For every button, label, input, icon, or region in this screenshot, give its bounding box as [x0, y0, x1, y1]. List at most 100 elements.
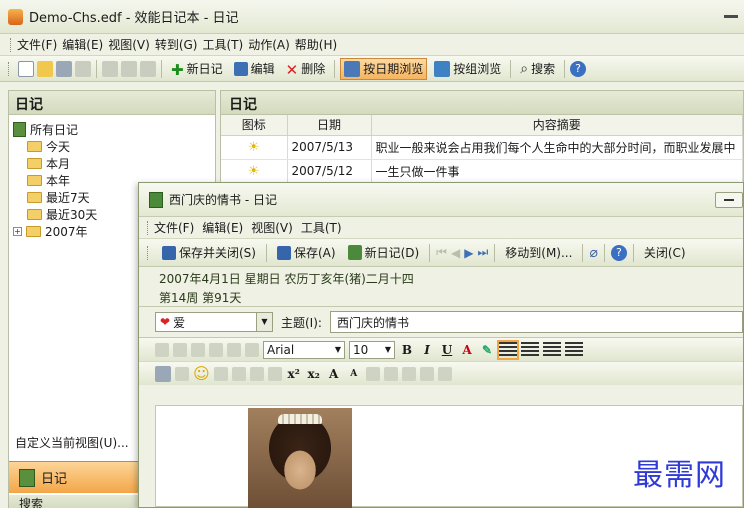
save-icon: [162, 245, 176, 260]
tree-root[interactable]: 所有日记: [13, 121, 211, 138]
expand-icon[interactable]: +: [13, 227, 22, 236]
tree-item-label: 最近30天: [46, 208, 98, 222]
editor-titlebar: 西门庆的情书 - 日记: [139, 183, 743, 217]
tree-root-label: 所有日记: [30, 123, 79, 137]
editor-menu-file[interactable]: 文件(F): [154, 219, 202, 236]
table-row[interactable]: ☀ 2007/5/13 职业一般来说会占用我们每个人生命中的大部分时间，而职业发…: [221, 135, 743, 160]
cut-icon[interactable]: [191, 342, 205, 357]
align-left-icon[interactable]: [497, 339, 519, 360]
next-entry-icon[interactable]: ▶: [464, 246, 473, 260]
justify-icon[interactable]: [565, 341, 583, 358]
preview-icon[interactable]: [75, 60, 91, 77]
numbered-list-icon[interactable]: [231, 366, 246, 381]
browse-by-group-button[interactable]: 按组浏览: [430, 58, 505, 80]
grow-font-icon[interactable]: A: [326, 367, 342, 381]
editor-minimize-button[interactable]: [715, 191, 743, 208]
minimize-button[interactable]: [724, 15, 738, 18]
new-diary-button[interactable]: ✚ 新日记: [167, 58, 227, 80]
list-panel-title: 日记: [221, 91, 743, 115]
first-entry-icon[interactable]: ⏮: [436, 245, 447, 260]
tree-item-today[interactable]: 今天: [13, 138, 211, 155]
underline-icon[interactable]: U: [439, 343, 455, 357]
editor-menu-edit[interactable]: 编辑(E): [202, 219, 251, 236]
indent-icon[interactable]: [267, 366, 282, 381]
menu-tools[interactable]: 工具(T): [202, 36, 248, 53]
browse-by-date-button[interactable]: 按日期浏览: [340, 57, 428, 80]
align-right-icon[interactable]: [543, 341, 561, 358]
align-center-icon[interactable]: [521, 341, 539, 358]
previous-entry-icon[interactable]: ◀: [451, 246, 460, 260]
table-icon[interactable]: [365, 366, 380, 381]
site-watermark: 最需网: [633, 458, 726, 493]
font-value: Arial: [267, 342, 295, 357]
italic-icon[interactable]: I: [419, 343, 435, 357]
tree-item-label: 本年: [46, 174, 71, 188]
delete-label: 删除: [301, 62, 326, 76]
browse-by-date-label: 按日期浏览: [363, 62, 424, 76]
close-button[interactable]: 关闭(C): [640, 242, 690, 264]
column-summary[interactable]: 内容摘要: [371, 115, 743, 136]
editor-menu-tools[interactable]: 工具(T): [301, 219, 350, 236]
menu-actions[interactable]: 动作(A): [248, 36, 295, 53]
attachment-icon[interactable]: ⌀: [589, 245, 597, 261]
font-color-icon[interactable]: A: [459, 343, 475, 357]
edit-button[interactable]: 编辑: [230, 58, 279, 80]
search-button[interactable]: ⌕ 搜索: [516, 58, 559, 80]
chevron-down-icon[interactable]: ▼: [256, 313, 272, 331]
subject-label: 主题(I):: [281, 315, 322, 330]
subject-input[interactable]: 西门庆的情书: [329, 311, 743, 333]
outdent-icon[interactable]: [249, 366, 264, 381]
print-icon[interactable]: [56, 60, 72, 77]
print-icon[interactable]: [155, 365, 171, 382]
editor-menu-view[interactable]: 视图(V): [251, 219, 301, 236]
smiley-icon[interactable]: ☺: [193, 364, 210, 383]
cut-icon[interactable]: [102, 60, 118, 77]
menu-edit[interactable]: 编辑(E): [62, 36, 108, 53]
column-date[interactable]: 日期: [287, 115, 372, 136]
font-size-select[interactable]: 10 ▼: [349, 340, 395, 359]
paste-icon[interactable]: [140, 60, 156, 77]
preview-icon[interactable]: [175, 366, 189, 381]
save-close-label: 保存并关闭(S): [179, 246, 256, 260]
table-header: 图标 日期 内容摘要: [221, 115, 743, 136]
folder-icon: [26, 226, 41, 237]
table-row[interactable]: ☀ 2007/5/12 一生只做一件事: [221, 159, 743, 184]
copy-icon[interactable]: [209, 342, 223, 357]
bold-icon[interactable]: B: [399, 343, 415, 357]
menu-help[interactable]: 帮助(H): [295, 36, 342, 53]
highlight-icon[interactable]: ✎: [479, 343, 495, 357]
subscript-icon[interactable]: x₂: [306, 367, 322, 381]
tree-item-month[interactable]: 本月: [13, 155, 211, 172]
font-select[interactable]: Arial ▼: [263, 340, 345, 359]
menubar-grip: [10, 37, 13, 52]
editor-new-diary-button[interactable]: 新日记(D): [344, 242, 424, 264]
table-tools-icon: [401, 366, 416, 381]
menu-file[interactable]: 文件(F): [17, 36, 62, 53]
menu-view[interactable]: 视图(V): [108, 36, 155, 53]
new-document-icon[interactable]: [18, 60, 34, 77]
redo-icon[interactable]: [173, 342, 187, 357]
undo-icon[interactable]: [155, 342, 169, 357]
lightbulb-icon: ☀: [247, 139, 260, 155]
diary-book-icon: [149, 191, 163, 208]
copy-icon[interactable]: [121, 60, 137, 77]
open-folder-icon[interactable]: [37, 60, 53, 77]
bullet-list-icon[interactable]: [213, 366, 228, 381]
help-icon[interactable]: ?: [570, 60, 587, 77]
paste-icon[interactable]: [227, 342, 241, 357]
tree-item-label: 今天: [46, 140, 71, 154]
clear-icon[interactable]: [245, 342, 259, 357]
help-icon[interactable]: ?: [610, 244, 627, 261]
column-icon[interactable]: 图标: [221, 115, 288, 136]
save-button[interactable]: 保存(A): [273, 242, 340, 264]
menu-goto[interactable]: 转到(G): [155, 36, 203, 53]
shrink-font-icon[interactable]: A: [346, 369, 362, 379]
move-to-button[interactable]: 移动到(M)...: [501, 242, 576, 264]
browse-by-group-label: 按组浏览: [453, 62, 502, 76]
delete-button[interactable]: ✕ 删除: [282, 58, 330, 80]
mood-select[interactable]: ❤ 爱 ▼: [155, 312, 273, 332]
last-entry-icon[interactable]: ⏭: [477, 245, 488, 260]
save-close-button[interactable]: 保存并关闭(S): [158, 242, 260, 264]
diary-book-icon: [13, 122, 26, 137]
superscript-icon[interactable]: x²: [286, 367, 302, 381]
